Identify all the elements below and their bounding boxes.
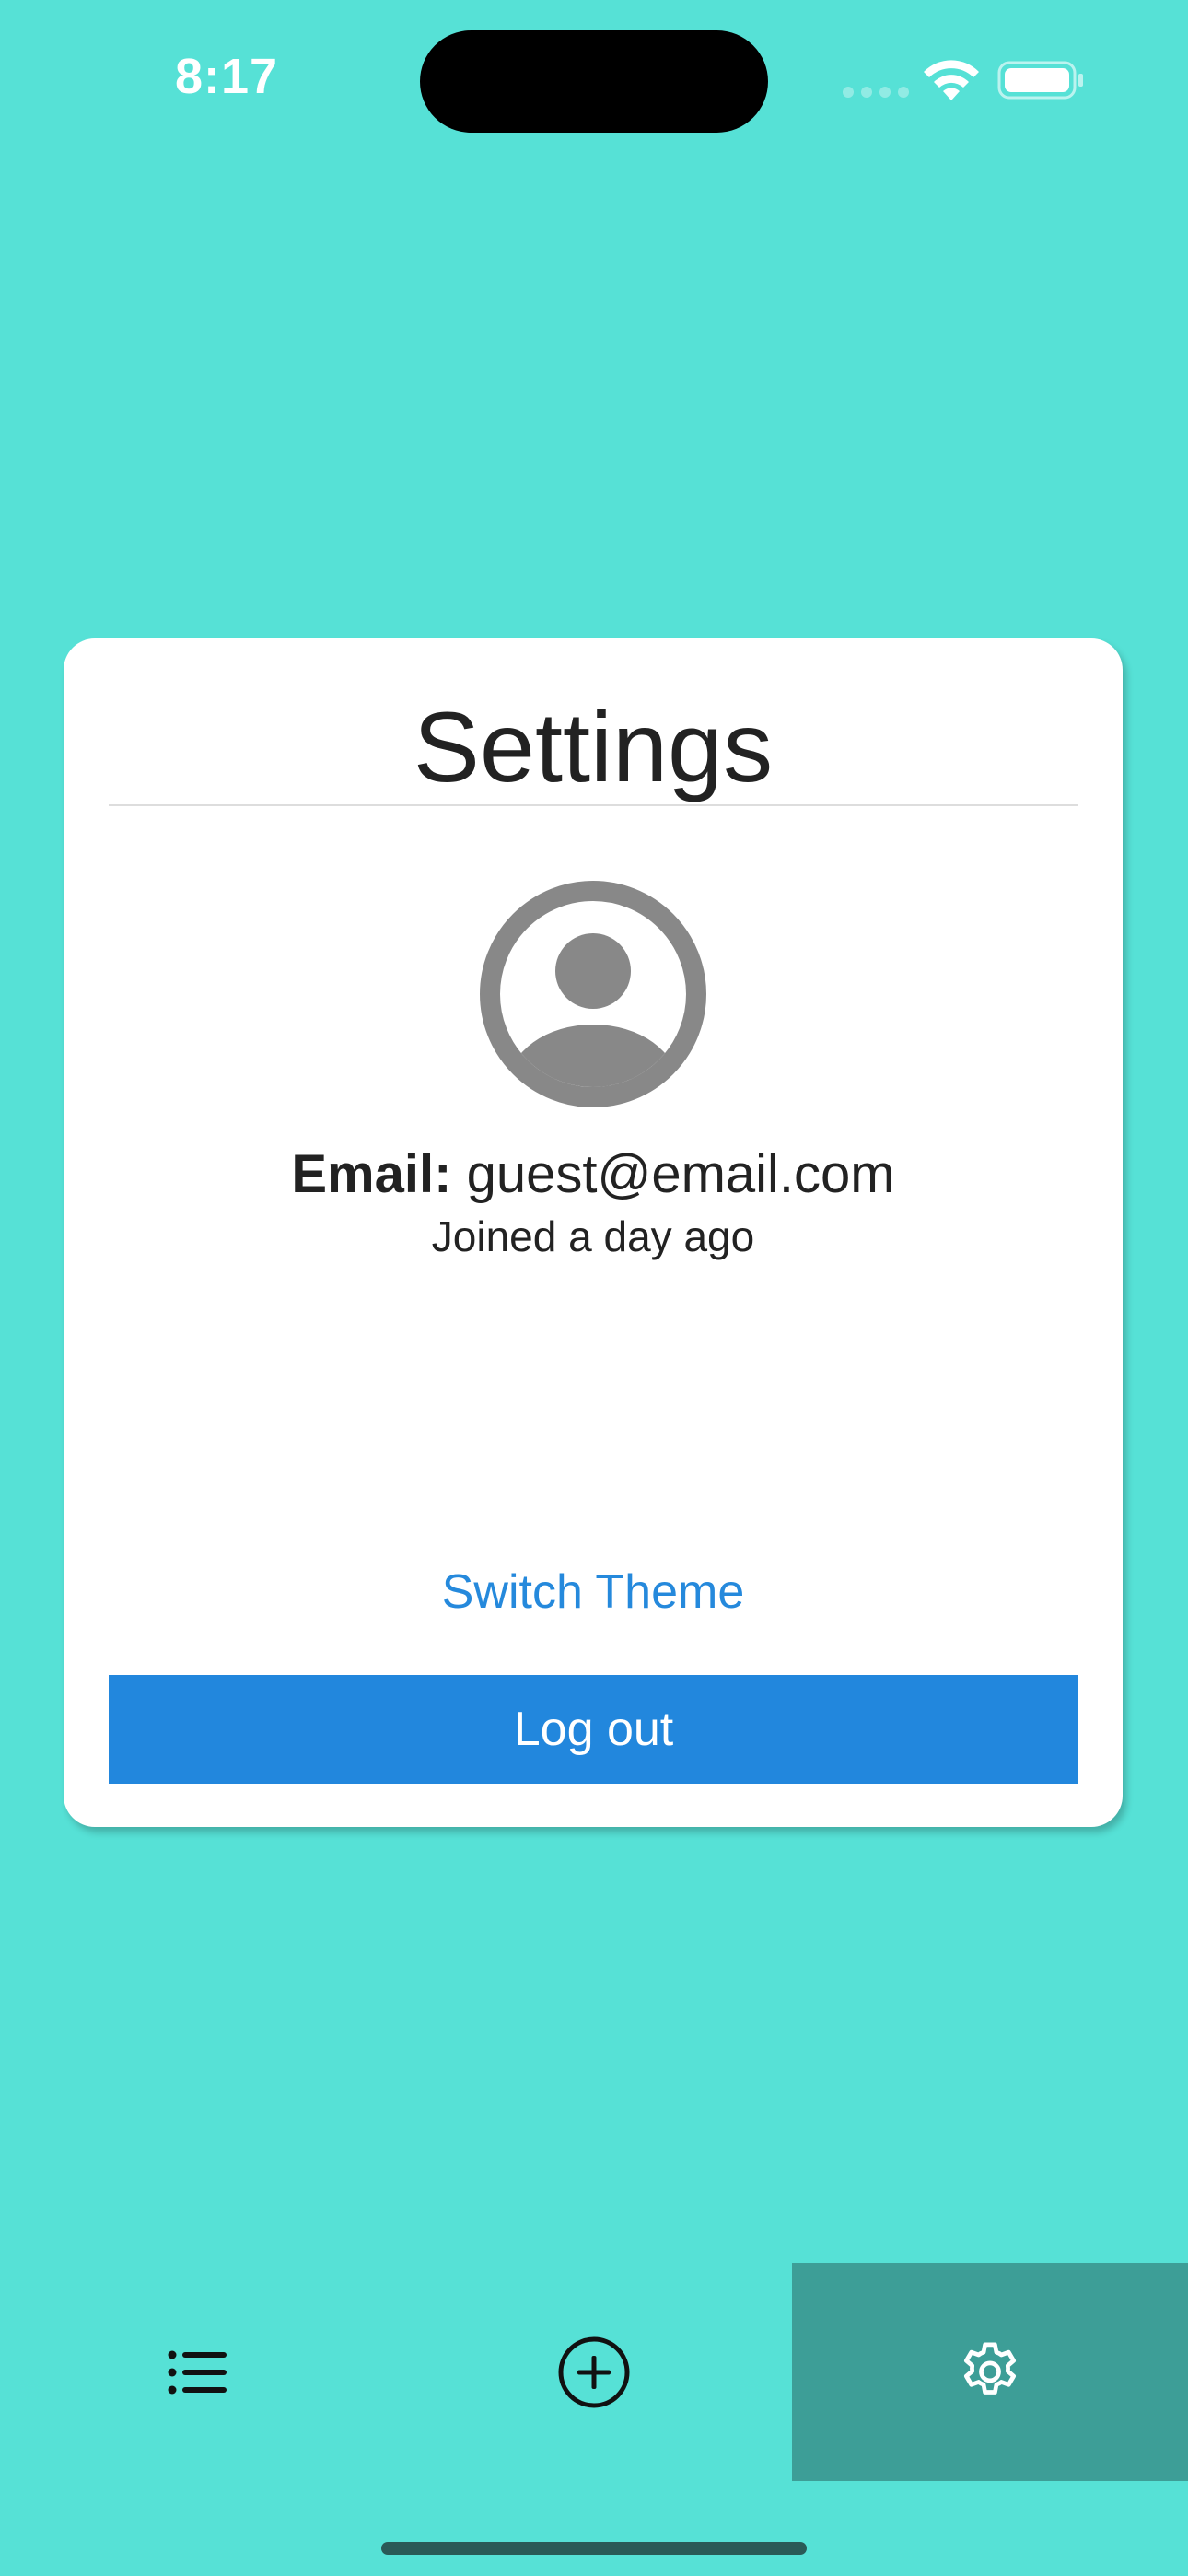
title-divider xyxy=(109,804,1078,806)
plus-circle-icon xyxy=(558,2336,630,2407)
tab-add[interactable] xyxy=(396,2263,792,2481)
battery-icon xyxy=(997,61,1083,100)
status-bar: 8:17 xyxy=(0,0,1188,157)
logout-button[interactable]: Log out xyxy=(109,1675,1078,1784)
tab-bar xyxy=(0,2263,1188,2481)
dynamic-island xyxy=(420,30,768,133)
email-value: guest@email.com xyxy=(466,1144,895,1204)
settings-card: Settings Email: guest@email.com Joined a… xyxy=(64,638,1123,1827)
person-circle-icon xyxy=(480,881,706,1107)
email-label: Email: xyxy=(291,1144,452,1204)
cellular-signal-icon xyxy=(843,87,909,98)
joined-text: Joined a day ago xyxy=(431,1212,755,1260)
list-icon xyxy=(168,2350,227,2394)
page-title: Settings xyxy=(413,691,774,802)
switch-theme-link[interactable]: Switch Theme xyxy=(64,1564,1123,1620)
tab-list[interactable] xyxy=(0,2263,396,2481)
home-indicator xyxy=(381,2542,807,2555)
email-line: Email: guest@email.com xyxy=(64,1143,1123,1205)
gear-icon xyxy=(963,2342,1017,2395)
wifi-icon xyxy=(924,60,979,100)
tab-settings[interactable] xyxy=(792,2263,1188,2481)
status-time: 8:17 xyxy=(175,49,279,104)
